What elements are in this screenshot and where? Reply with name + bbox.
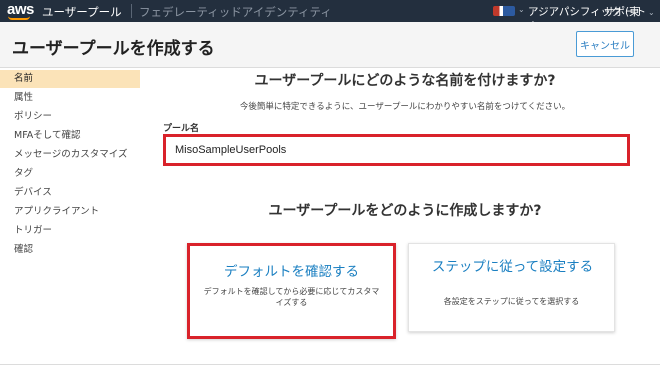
sidebar-item-policies[interactable]: ポリシー — [0, 108, 140, 126]
page-header: ユーザープールを作成する キャンセル — [0, 22, 660, 68]
pool-name-description: 今後簡単に特定できるように、ユーザープールにわかりやすい名前をつけてください。 — [239, 102, 571, 112]
aws-logo-smile-icon — [8, 16, 30, 20]
review-defaults-description: デフォルトを確認してから必要に応じてカスタマイズする — [203, 287, 380, 307]
sidebar-item-message-customization[interactable]: メッセージのカスタマイズ — [0, 146, 140, 164]
wizard-steps-sidebar: 名前 属性 ポリシー MFAそして確認 メッセージのカスタマイズ タグ デバイス… — [0, 68, 148, 365]
sidebar-item-app-clients[interactable]: アプリクライアント — [0, 203, 140, 221]
sidebar-item-tags[interactable]: タグ — [0, 165, 140, 183]
nav-federated-identities[interactable]: フェデレーティッドアイデンティティ — [139, 4, 332, 20]
sidebar-item-mfa[interactable]: MFAそして確認 — [0, 127, 140, 145]
sidebar-item-name[interactable]: 名前 — [0, 70, 140, 88]
nav-divider — [131, 4, 132, 18]
sidebar-item-review[interactable]: 確認 — [0, 241, 140, 259]
sidebar-item-attributes[interactable]: 属性 — [0, 89, 140, 107]
step-through-settings-title: ステップに従って設定する — [431, 259, 594, 275]
nav-user-pools[interactable]: ユーザープール — [42, 4, 122, 20]
cancel-button[interactable]: キャンセル — [576, 31, 634, 57]
sidebar-item-devices[interactable]: デバイス — [0, 184, 140, 202]
top-navigation-bar: aws ユーザープール フェデレーティッドアイデンティティ ⌄ アジアパシフィッ… — [0, 0, 660, 33]
support-menu[interactable]: サポート ⌄ — [604, 4, 655, 19]
step-through-settings-card[interactable]: ステップに従って設定する 各設定をステップに従ってを選択する — [408, 243, 615, 332]
sidebar-item-triggers[interactable]: トリガー — [0, 222, 140, 240]
creation-method-heading: ユーザープールをどのように作成しますか? — [268, 203, 542, 219]
chevron-down-icon: ⌄ — [648, 8, 655, 17]
review-defaults-title: デフォルトを確認する — [224, 264, 359, 280]
review-defaults-card[interactable]: デフォルトを確認する デフォルトを確認してから必要に応じてカスタマイズする — [187, 243, 396, 339]
pool-name-heading: ユーザープールにどのような名前を付けますか? — [254, 73, 556, 89]
chevron-down-icon: ⌄ — [518, 5, 525, 14]
step-through-settings-description: 各設定をステップに従ってを選択する — [443, 297, 580, 306]
support-label: サポート — [604, 6, 646, 18]
pool-name-input[interactable] — [163, 134, 630, 166]
pool-name-label: プール名 — [163, 124, 200, 134]
account-flag-icon[interactable] — [493, 6, 515, 16]
page-title: ユーザープールを作成する — [12, 39, 215, 59]
